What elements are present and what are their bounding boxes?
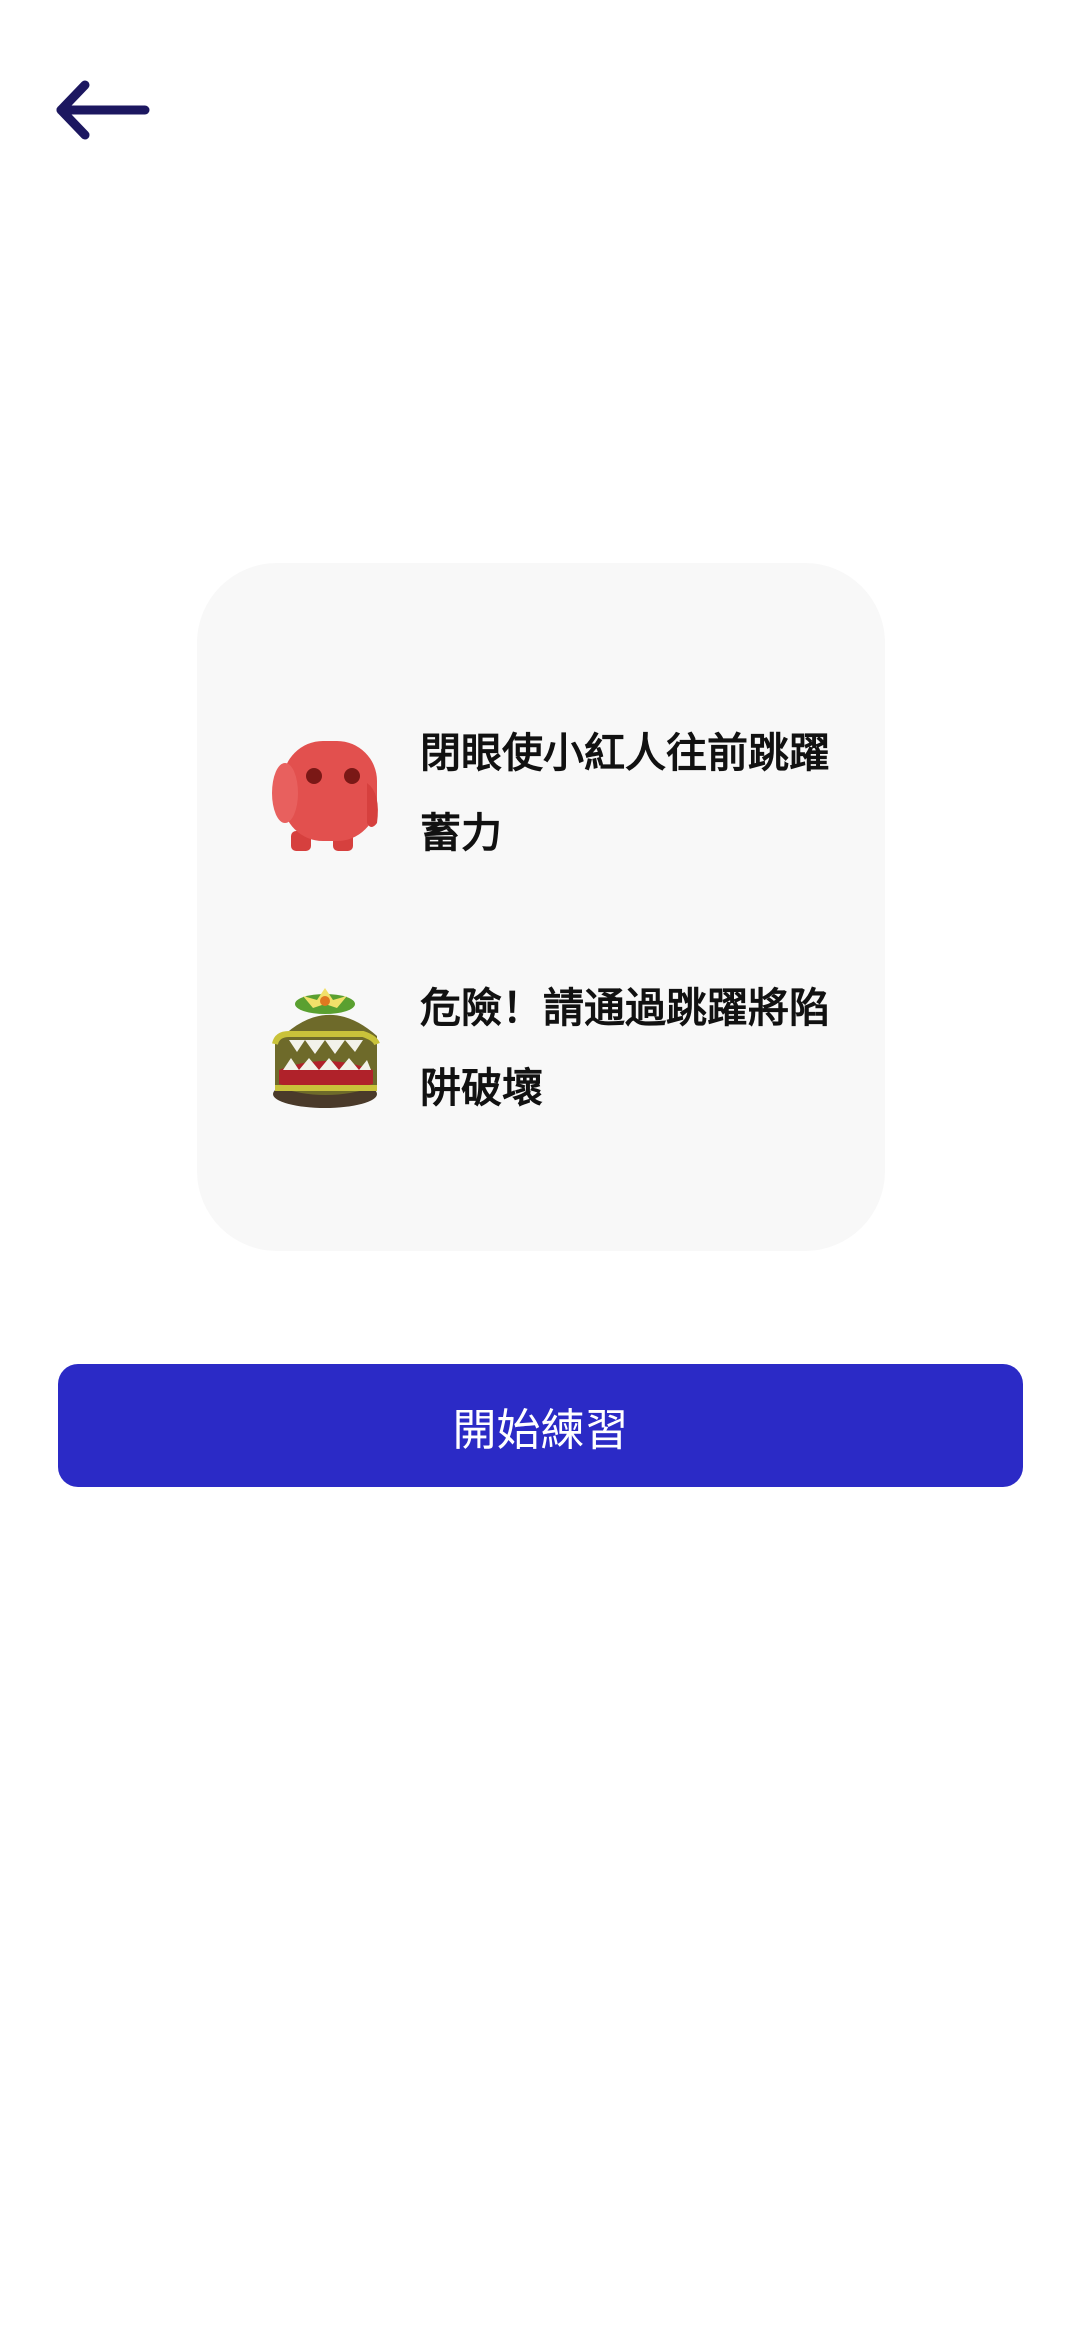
back-button[interactable] xyxy=(30,60,170,160)
instruction-text-trap: 危險！請通過跳躍將陷阱破壞 xyxy=(420,984,830,1112)
red-character-icon xyxy=(272,740,378,851)
instruction-item-blink: 閉眼使小紅人往前跳躍蓄力 xyxy=(267,713,857,873)
trap-monster-icon xyxy=(272,987,380,1108)
instruction-item-trap: 危險！請通過跳躍將陷阱破壞 xyxy=(267,968,857,1128)
start-practice-button[interactable]: 開始練習 xyxy=(58,1364,1023,1487)
instruction-text-blink: 閉眼使小紅人往前跳躍蓄力 xyxy=(420,729,830,857)
instruction-card: 閉眼使小紅人往前跳躍蓄力 危險！請通過跳躍將陷阱破壞 xyxy=(197,563,885,1251)
arrow-left-icon xyxy=(56,80,150,140)
